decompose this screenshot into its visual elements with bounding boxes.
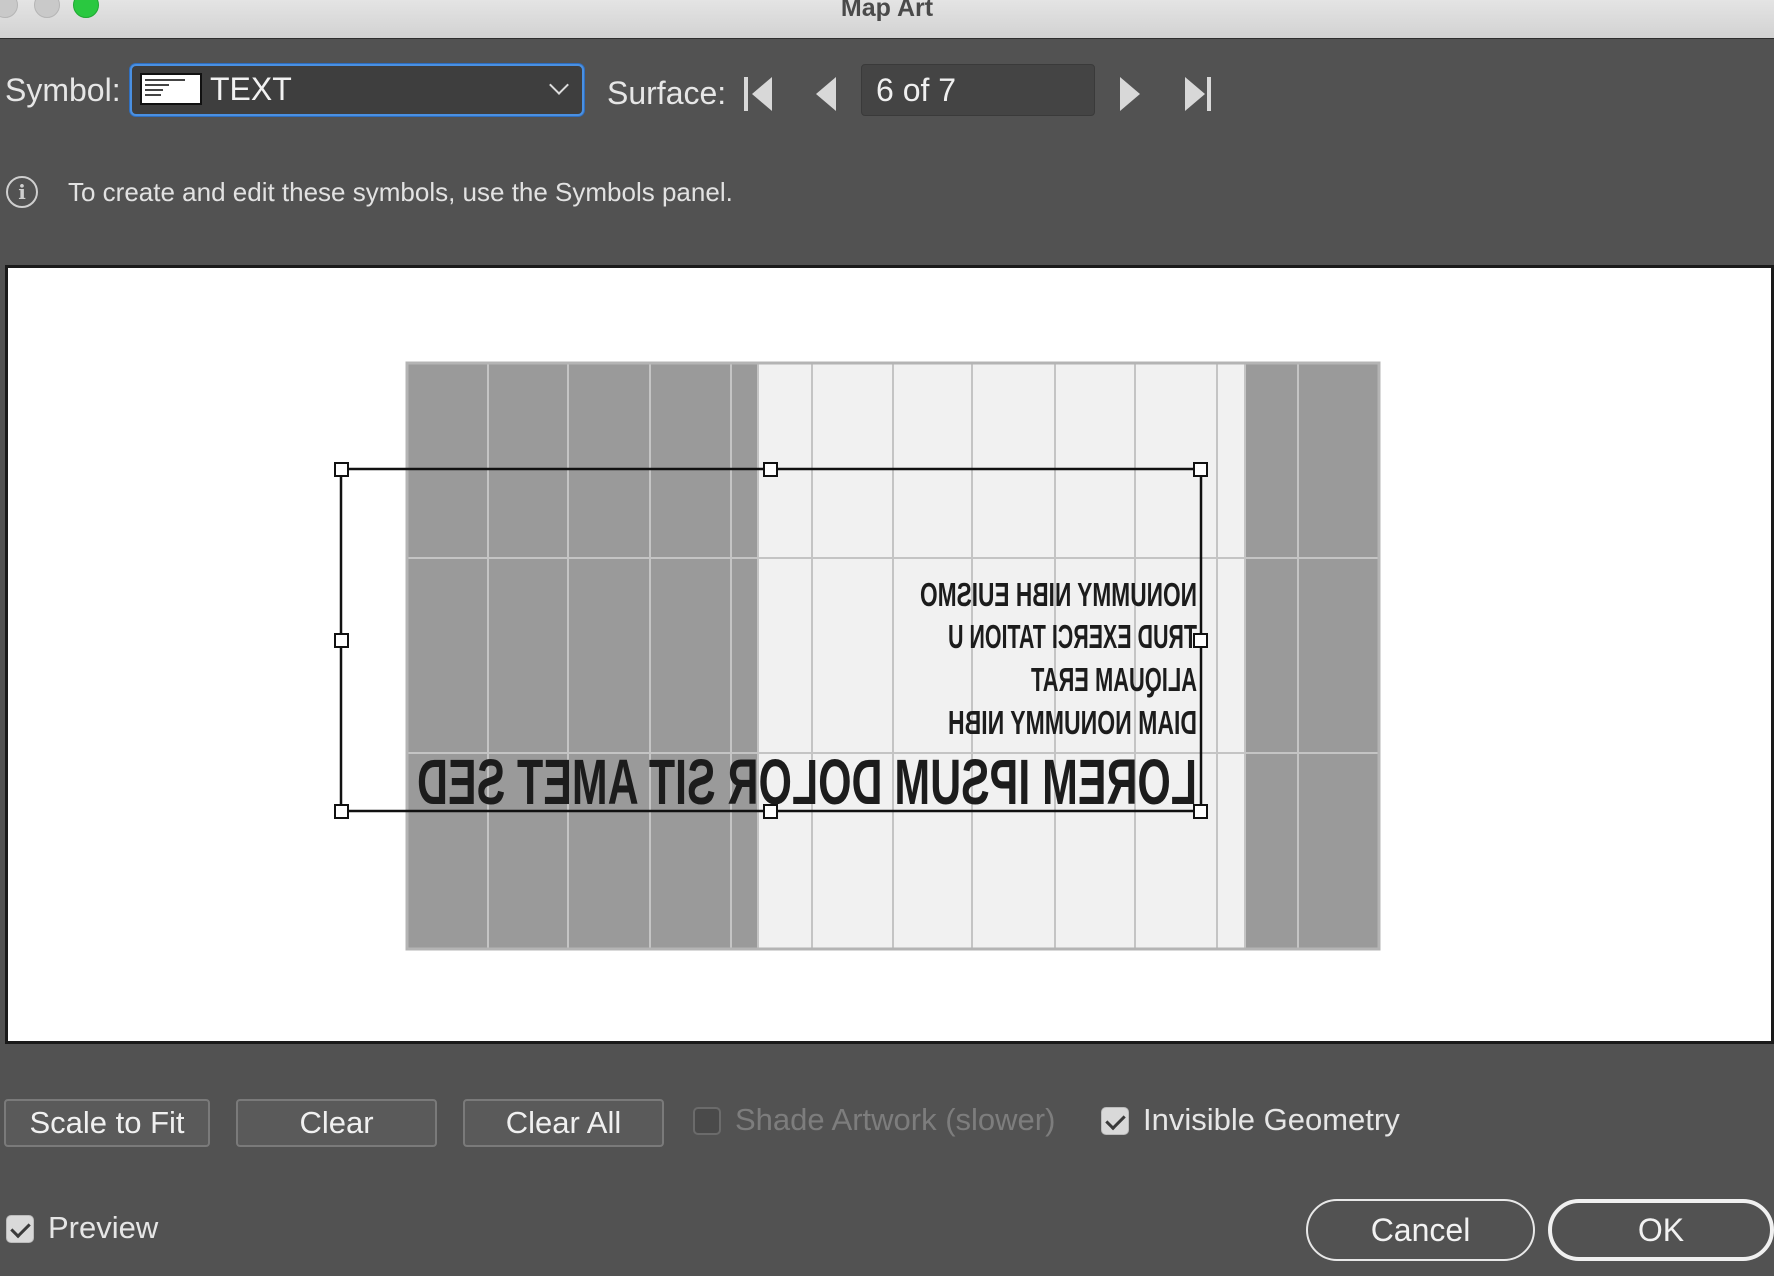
title-bar: Map Art — [0, 0, 1774, 39]
shade-artwork-checkbox[interactable] — [693, 1107, 721, 1135]
preview-canvas[interactable]: NONUMMY NIBH EUISMO TRUD EXERCI TATION U… — [5, 265, 1774, 1044]
resize-handle-bottom[interactable] — [763, 804, 778, 819]
first-icon — [752, 77, 772, 111]
shaded-region-left — [407, 363, 758, 949]
first-icon-bar — [744, 77, 748, 111]
next-icon — [1120, 77, 1140, 111]
art-line-3: ALIQUAM ERAT — [1031, 661, 1197, 698]
art-line-4: DIAM NONUMMY NIBH — [948, 704, 1197, 741]
surface-counter: 6 of 7 — [876, 72, 957, 108]
ok-button[interactable]: OK — [1548, 1199, 1774, 1261]
invisible-geometry-checkbox[interactable] — [1101, 1107, 1129, 1135]
surface-counter-field[interactable]: 6 of 7 — [861, 64, 1095, 116]
symbol-thumbnail — [140, 73, 202, 105]
clear-all-button[interactable]: Clear All — [463, 1099, 664, 1147]
symbol-label: Symbol: — [5, 72, 121, 108]
resize-handle-top[interactable] — [763, 462, 778, 477]
preview-checkbox[interactable] — [6, 1215, 34, 1243]
preview-label: Preview — [48, 1210, 159, 1245]
shaded-region-right — [1245, 363, 1379, 949]
art-line-2: TRUD EXERCI TATION U — [948, 618, 1197, 655]
art-headline: LOREM IPSUM DOLOR SIT AMET SED — [417, 746, 1197, 818]
resize-handle-right[interactable] — [1193, 633, 1208, 648]
window-title: Map Art — [840, 0, 934, 22]
resize-handle-top-right[interactable] — [1193, 462, 1208, 477]
chevron-down-icon — [549, 75, 569, 95]
shade-artwork-label: Shade Artwork (slower) — [735, 1102, 1056, 1137]
info-icon: i — [6, 176, 38, 208]
symbol-dropdown[interactable]: TEXT — [130, 64, 584, 116]
previous-icon — [816, 77, 836, 111]
resize-handle-top-left[interactable] — [334, 462, 349, 477]
scale-to-fit-button[interactable]: Scale to Fit — [4, 1099, 210, 1147]
resize-handle-bottom-left[interactable] — [334, 804, 349, 819]
previous-surface-button[interactable] — [816, 76, 846, 112]
surface-map-svg[interactable]: NONUMMY NIBH EUISMO TRUD EXERCI TATION U… — [8, 268, 1771, 1041]
resize-handle-left[interactable] — [334, 633, 349, 648]
visible-surface — [758, 363, 1245, 949]
last-surface-button[interactable] — [1185, 76, 1215, 112]
clear-button[interactable]: Clear — [236, 1099, 437, 1147]
last-icon-bar — [1207, 77, 1211, 111]
surface-label: Surface: — [607, 75, 727, 111]
info-message: To create and edit these symbols, use th… — [68, 177, 733, 207]
symbol-value: TEXT — [210, 71, 292, 107]
last-icon — [1185, 77, 1205, 111]
resize-handle-bottom-right[interactable] — [1193, 804, 1208, 819]
art-line-1: NONUMMY NIBH EUISMO — [920, 576, 1197, 613]
invisible-geometry-label: Invisible Geometry — [1143, 1102, 1400, 1137]
next-surface-button[interactable] — [1120, 76, 1150, 112]
cancel-button[interactable]: Cancel — [1306, 1199, 1535, 1261]
first-surface-button[interactable] — [744, 76, 774, 112]
